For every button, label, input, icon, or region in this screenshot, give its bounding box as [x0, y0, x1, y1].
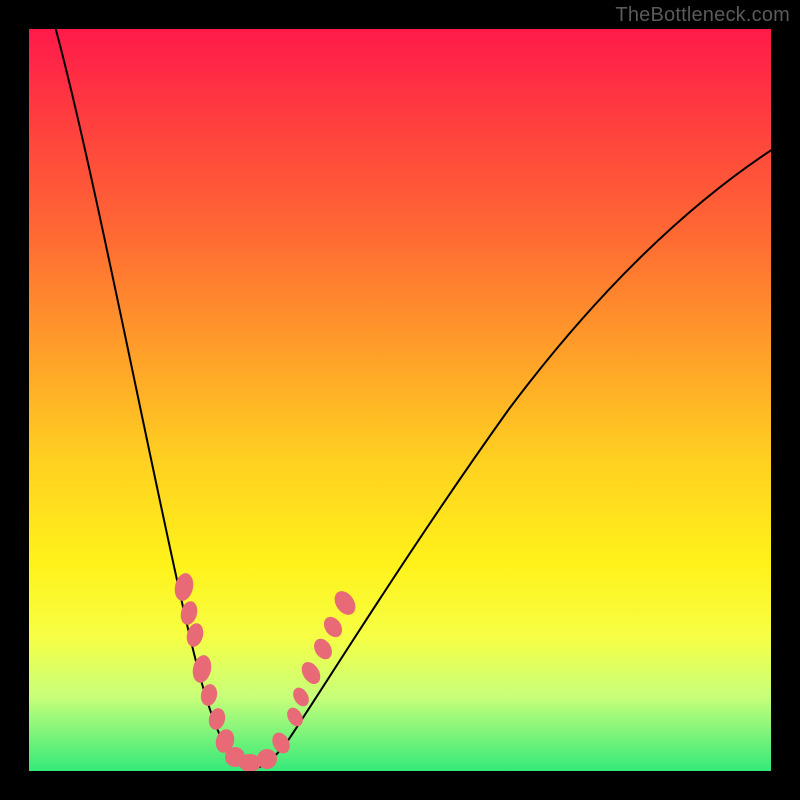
gradient-plot-area — [29, 29, 771, 771]
watermark-label: TheBottleneck.com — [615, 4, 790, 27]
